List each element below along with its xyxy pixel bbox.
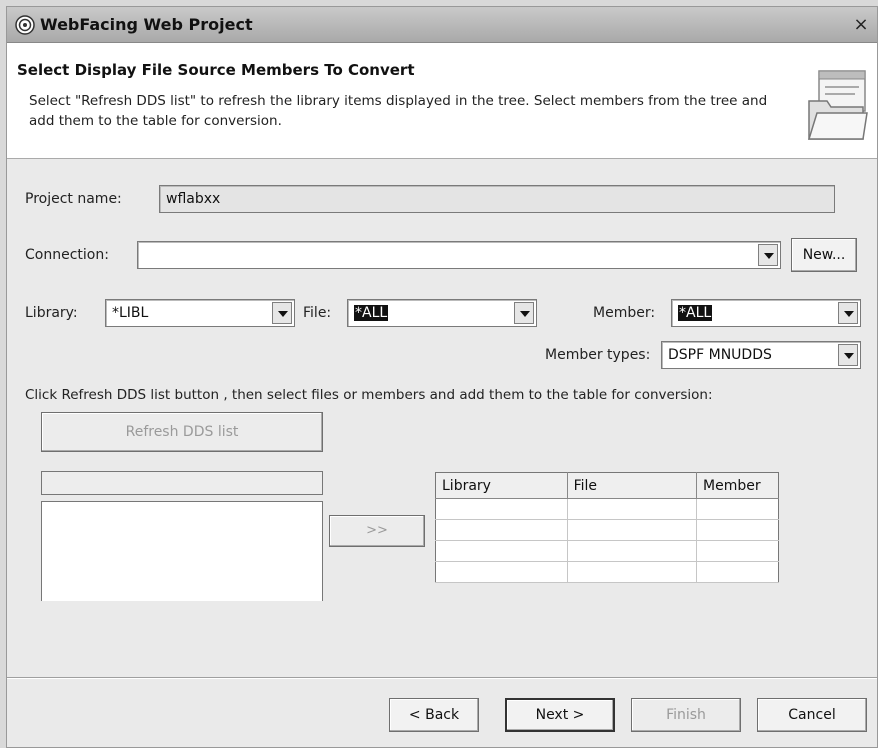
table-cell [435, 561, 568, 583]
project-name-value: wflabxx [166, 191, 221, 207]
table-cell [696, 498, 779, 520]
footer-separator [7, 677, 877, 679]
instructions-text: Click Refresh DDS list button , then sel… [25, 387, 713, 403]
project-name-label: Project name: [25, 191, 122, 207]
page-description: Select "Refresh DDS list" to refresh the… [29, 93, 768, 129]
add-to-table-button[interactable]: >> [329, 515, 425, 547]
library-tree[interactable] [41, 501, 323, 601]
table-row[interactable] [435, 498, 779, 520]
table-cell [567, 561, 698, 583]
webfacing-logo-icon [15, 15, 35, 35]
table-cell [567, 519, 698, 541]
wizard-banner: Select Display File Source Members To Co… [7, 43, 877, 159]
page-title: Select Display File Source Members To Co… [17, 61, 415, 79]
file-combo[interactable]: *ALL [347, 299, 537, 327]
cancel-button[interactable]: Cancel [757, 698, 867, 732]
member-label: Member: [593, 305, 656, 321]
tree-header [41, 471, 323, 495]
finish-button[interactable]: Finish [631, 698, 741, 732]
column-header-library[interactable]: Library [435, 472, 568, 499]
chevron-down-icon[interactable] [838, 344, 858, 366]
new-connection-button[interactable]: New... [791, 238, 857, 272]
table-row[interactable] [435, 540, 779, 562]
connection-label: Connection: [25, 247, 109, 263]
table-cell [696, 561, 779, 583]
table-cell [567, 540, 698, 562]
chevron-down-icon[interactable] [514, 302, 534, 324]
member-types-combo[interactable]: DSPF MNUDDS [661, 341, 861, 369]
chevron-down-icon[interactable] [758, 244, 778, 266]
project-name-field: wflabxx [159, 185, 835, 213]
table-header-row: Library File Member [435, 472, 779, 499]
library-value: *LIBL [112, 305, 149, 321]
member-combo[interactable]: *ALL [671, 299, 861, 327]
conversion-table[interactable]: Library File Member [435, 472, 779, 583]
library-label: Library: [25, 305, 78, 321]
file-value: *ALL [354, 305, 389, 321]
table-cell [435, 498, 568, 520]
table-cell [435, 519, 568, 541]
table-row[interactable] [435, 561, 779, 583]
chevron-down-icon[interactable] [838, 302, 858, 324]
column-header-member[interactable]: Member [696, 472, 779, 499]
member-types-label: Member types: [545, 347, 651, 363]
table-cell [567, 498, 698, 520]
title-bar: WebFacing Web Project × [7, 7, 877, 43]
member-types-value: DSPF MNUDDS [668, 347, 772, 363]
table-row[interactable] [435, 519, 779, 541]
library-combo[interactable]: *LIBL [105, 299, 295, 327]
folder-window-icon [807, 70, 868, 140]
connection-combo[interactable] [137, 241, 781, 269]
table-cell [435, 540, 568, 562]
refresh-dds-list-button[interactable]: Refresh DDS list [41, 412, 323, 452]
next-button[interactable]: Next > [505, 698, 615, 732]
wizard-window: WebFacing Web Project × Select Display F… [6, 6, 878, 748]
file-label: File: [303, 305, 332, 321]
column-header-file[interactable]: File [567, 472, 698, 499]
table-cell [696, 519, 779, 541]
table-cell [696, 540, 779, 562]
close-icon[interactable]: × [851, 15, 871, 35]
window-title: WebFacing Web Project [40, 15, 253, 34]
chevron-down-icon[interactable] [272, 302, 292, 324]
back-button[interactable]: < Back [389, 698, 479, 732]
member-value: *ALL [678, 305, 713, 321]
